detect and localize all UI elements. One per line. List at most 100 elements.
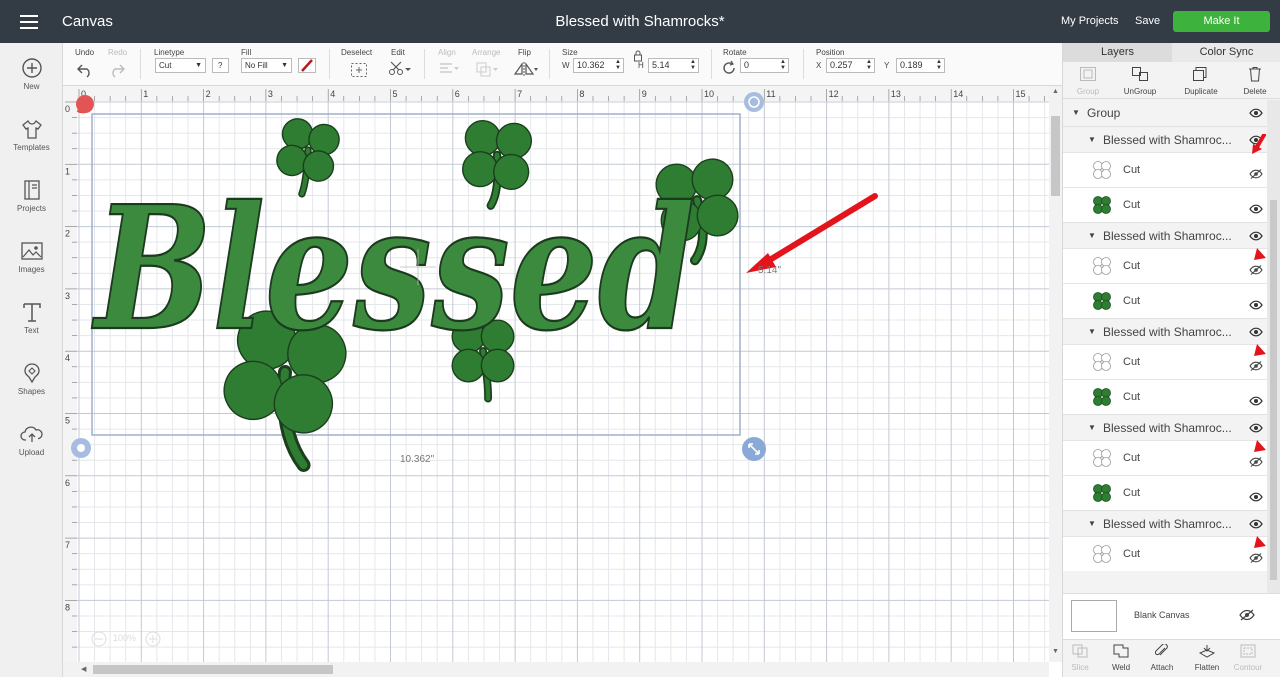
layer-row[interactable]: Cut xyxy=(1063,187,1267,222)
layer-group-row[interactable]: ▼ Group xyxy=(1063,100,1267,126)
sidebar-item-templates[interactable]: Templates xyxy=(0,118,63,174)
tab-color-sync[interactable]: Color Sync xyxy=(1172,43,1280,62)
sidebar-item-projects[interactable]: Projects xyxy=(0,179,63,235)
linetype-value: Cut xyxy=(159,61,172,70)
layer-group-label: Group xyxy=(1087,106,1121,120)
duplicate-label: Duplicate xyxy=(1184,87,1218,96)
layer-row[interactable]: Cut xyxy=(1063,283,1267,318)
ruler-tick-label: 3 xyxy=(65,291,70,301)
paperclip-icon xyxy=(1154,643,1168,656)
ruler-tick-label: 14 xyxy=(953,89,963,99)
attach-button[interactable]: Attach xyxy=(1137,643,1187,672)
scroll-thumb[interactable] xyxy=(1051,116,1060,196)
chevron-down-icon[interactable]: ▼ xyxy=(1088,127,1096,153)
rotate-input[interactable]: 0 ▲ ▼ xyxy=(740,58,789,73)
deselect-icon[interactable] xyxy=(350,62,368,78)
toolbar-divider xyxy=(140,49,141,79)
layer-linetype: Cut xyxy=(1123,199,1141,211)
ungroup-button[interactable]: UnGroup xyxy=(1115,66,1165,96)
undo-icon[interactable] xyxy=(76,62,94,78)
layer-row[interactable]: Cut xyxy=(1063,152,1267,187)
red-annotation-arrow xyxy=(746,193,878,273)
line-color-swatch[interactable] xyxy=(298,58,316,73)
scroll-thumb[interactable] xyxy=(1270,200,1277,580)
size-label: Size xyxy=(562,48,578,57)
sidebar-item-images[interactable]: Images xyxy=(0,240,63,296)
layer-subgroup-label: Blessed with Shamroc... xyxy=(1103,325,1232,339)
fill-select[interactable]: No Fill ▼ xyxy=(241,58,292,73)
contour-button[interactable]: Contour xyxy=(1223,644,1273,672)
x-position-input[interactable]: 0.257 ▲ ▼ xyxy=(826,58,875,73)
layer-subgroup-row[interactable]: ▼ Blessed with Shamroc... xyxy=(1063,414,1267,440)
bottom-tools-bar: Slice Weld Attach Flatten Contour xyxy=(1063,639,1280,677)
y-position-input[interactable]: 0.189 ▲ ▼ xyxy=(896,58,945,73)
hamburger-menu-icon[interactable] xyxy=(16,12,42,32)
make-it-button[interactable]: Make It xyxy=(1173,11,1270,32)
group-button[interactable]: Group xyxy=(1063,66,1113,96)
ungroup-icon xyxy=(1132,67,1148,81)
layer-row[interactable]: Cut xyxy=(1063,475,1267,510)
chevron-down-icon[interactable]: ▼ xyxy=(1088,319,1096,345)
ruler-tick-label: 5 xyxy=(65,416,70,426)
align-icon[interactable] xyxy=(438,62,460,76)
delete-handle[interactable] xyxy=(76,95,94,114)
red-slash-icon xyxy=(301,59,313,72)
layer-subgroup-row[interactable]: ▼ Blessed with Shamroc... xyxy=(1063,510,1267,536)
group-label: Group xyxy=(1076,87,1100,96)
blank-canvas-thumbnail xyxy=(1071,600,1117,632)
sidebar-item-text[interactable]: Text xyxy=(0,301,63,357)
layer-linetype: Cut xyxy=(1123,164,1141,176)
scissors-edit-icon[interactable] xyxy=(388,60,412,76)
scroll-thumb[interactable] xyxy=(93,665,333,674)
layer-subgroup-row[interactable]: ▼ Blessed with Shamroc... xyxy=(1063,222,1267,248)
chevron-left-icon[interactable]: ◀ xyxy=(81,665,86,673)
arrange-icon[interactable] xyxy=(475,61,499,77)
chevron-down-icon[interactable]: ▼ xyxy=(1088,415,1096,441)
redo-icon[interactable] xyxy=(108,62,126,78)
ruler-tick-label: 4 xyxy=(330,89,335,99)
sidebar-item-upload[interactable]: Upload xyxy=(0,423,63,479)
group-icon xyxy=(1080,67,1096,81)
sidebar-item-new[interactable]: New xyxy=(0,57,63,113)
eye-icon[interactable] xyxy=(1249,101,1263,127)
layer-row[interactable]: Cut xyxy=(1063,536,1267,571)
layers-scrollbar[interactable]: ▼ xyxy=(1267,100,1280,634)
tab-layers[interactable]: Layers xyxy=(1063,43,1172,62)
linetype-help-button[interactable]: ? xyxy=(212,58,229,73)
flip-icon[interactable] xyxy=(513,61,539,77)
chevron-down-icon[interactable]: ▼ xyxy=(1088,511,1096,537)
ruler-tick-label: 5 xyxy=(393,89,398,99)
layers-panel: Layers Color Sync Group UnGroup Duplicat… xyxy=(1062,43,1280,677)
sidebar-label: New xyxy=(23,82,40,91)
save-link[interactable]: Save xyxy=(1135,15,1160,27)
blessed-design-text[interactable]: Blessed xyxy=(91,168,696,370)
ruler-tick-label: 4 xyxy=(65,353,70,363)
sidebar-label: Images xyxy=(18,265,45,274)
lock-handle[interactable] xyxy=(71,438,91,458)
eye-hidden-icon[interactable] xyxy=(1239,609,1255,621)
linetype-select[interactable]: Cut ▼ xyxy=(155,58,206,73)
layer-subgroup-row[interactable]: ▼ Blessed with Shamroc... xyxy=(1063,126,1267,152)
sidebar-item-shapes[interactable]: Shapes xyxy=(0,362,63,418)
layer-row[interactable]: Cut xyxy=(1063,344,1267,379)
rotate-handle[interactable] xyxy=(744,92,764,112)
canvas-vertical-scrollbar[interactable]: ▲ ▼ xyxy=(1049,86,1062,662)
width-input[interactable]: 10.362 ▲ ▼ xyxy=(573,58,624,73)
duplicate-button[interactable]: Duplicate xyxy=(1176,66,1226,96)
upload-cloud-icon xyxy=(19,426,43,442)
layer-row[interactable]: Cut xyxy=(1063,440,1267,475)
design-canvas[interactable]: 0123456789101112131415 0123456789 Blesse… xyxy=(63,86,1049,662)
layer-subgroup-row[interactable]: ▼ Blessed with Shamroc... xyxy=(1063,318,1267,344)
blank-canvas-row[interactable]: Blank Canvas xyxy=(1063,593,1280,639)
layer-row[interactable]: Cut xyxy=(1063,248,1267,283)
chevron-down-icon[interactable]: ▼ xyxy=(1088,223,1096,249)
delete-button[interactable]: Delete xyxy=(1230,66,1280,96)
canvas-horizontal-scrollbar[interactable]: ◀ xyxy=(63,662,1049,677)
my-projects-link[interactable]: My Projects xyxy=(1061,15,1118,27)
layer-row[interactable]: Cut xyxy=(1063,379,1267,414)
chevron-up-icon[interactable]: ▲ xyxy=(1052,88,1059,95)
chevron-down-icon[interactable]: ▼ xyxy=(1072,100,1080,126)
layer-linetype: Cut xyxy=(1123,295,1141,307)
height-input[interactable]: 5.14 ▲ ▼ xyxy=(648,58,699,73)
resize-handle[interactable] xyxy=(742,437,766,461)
